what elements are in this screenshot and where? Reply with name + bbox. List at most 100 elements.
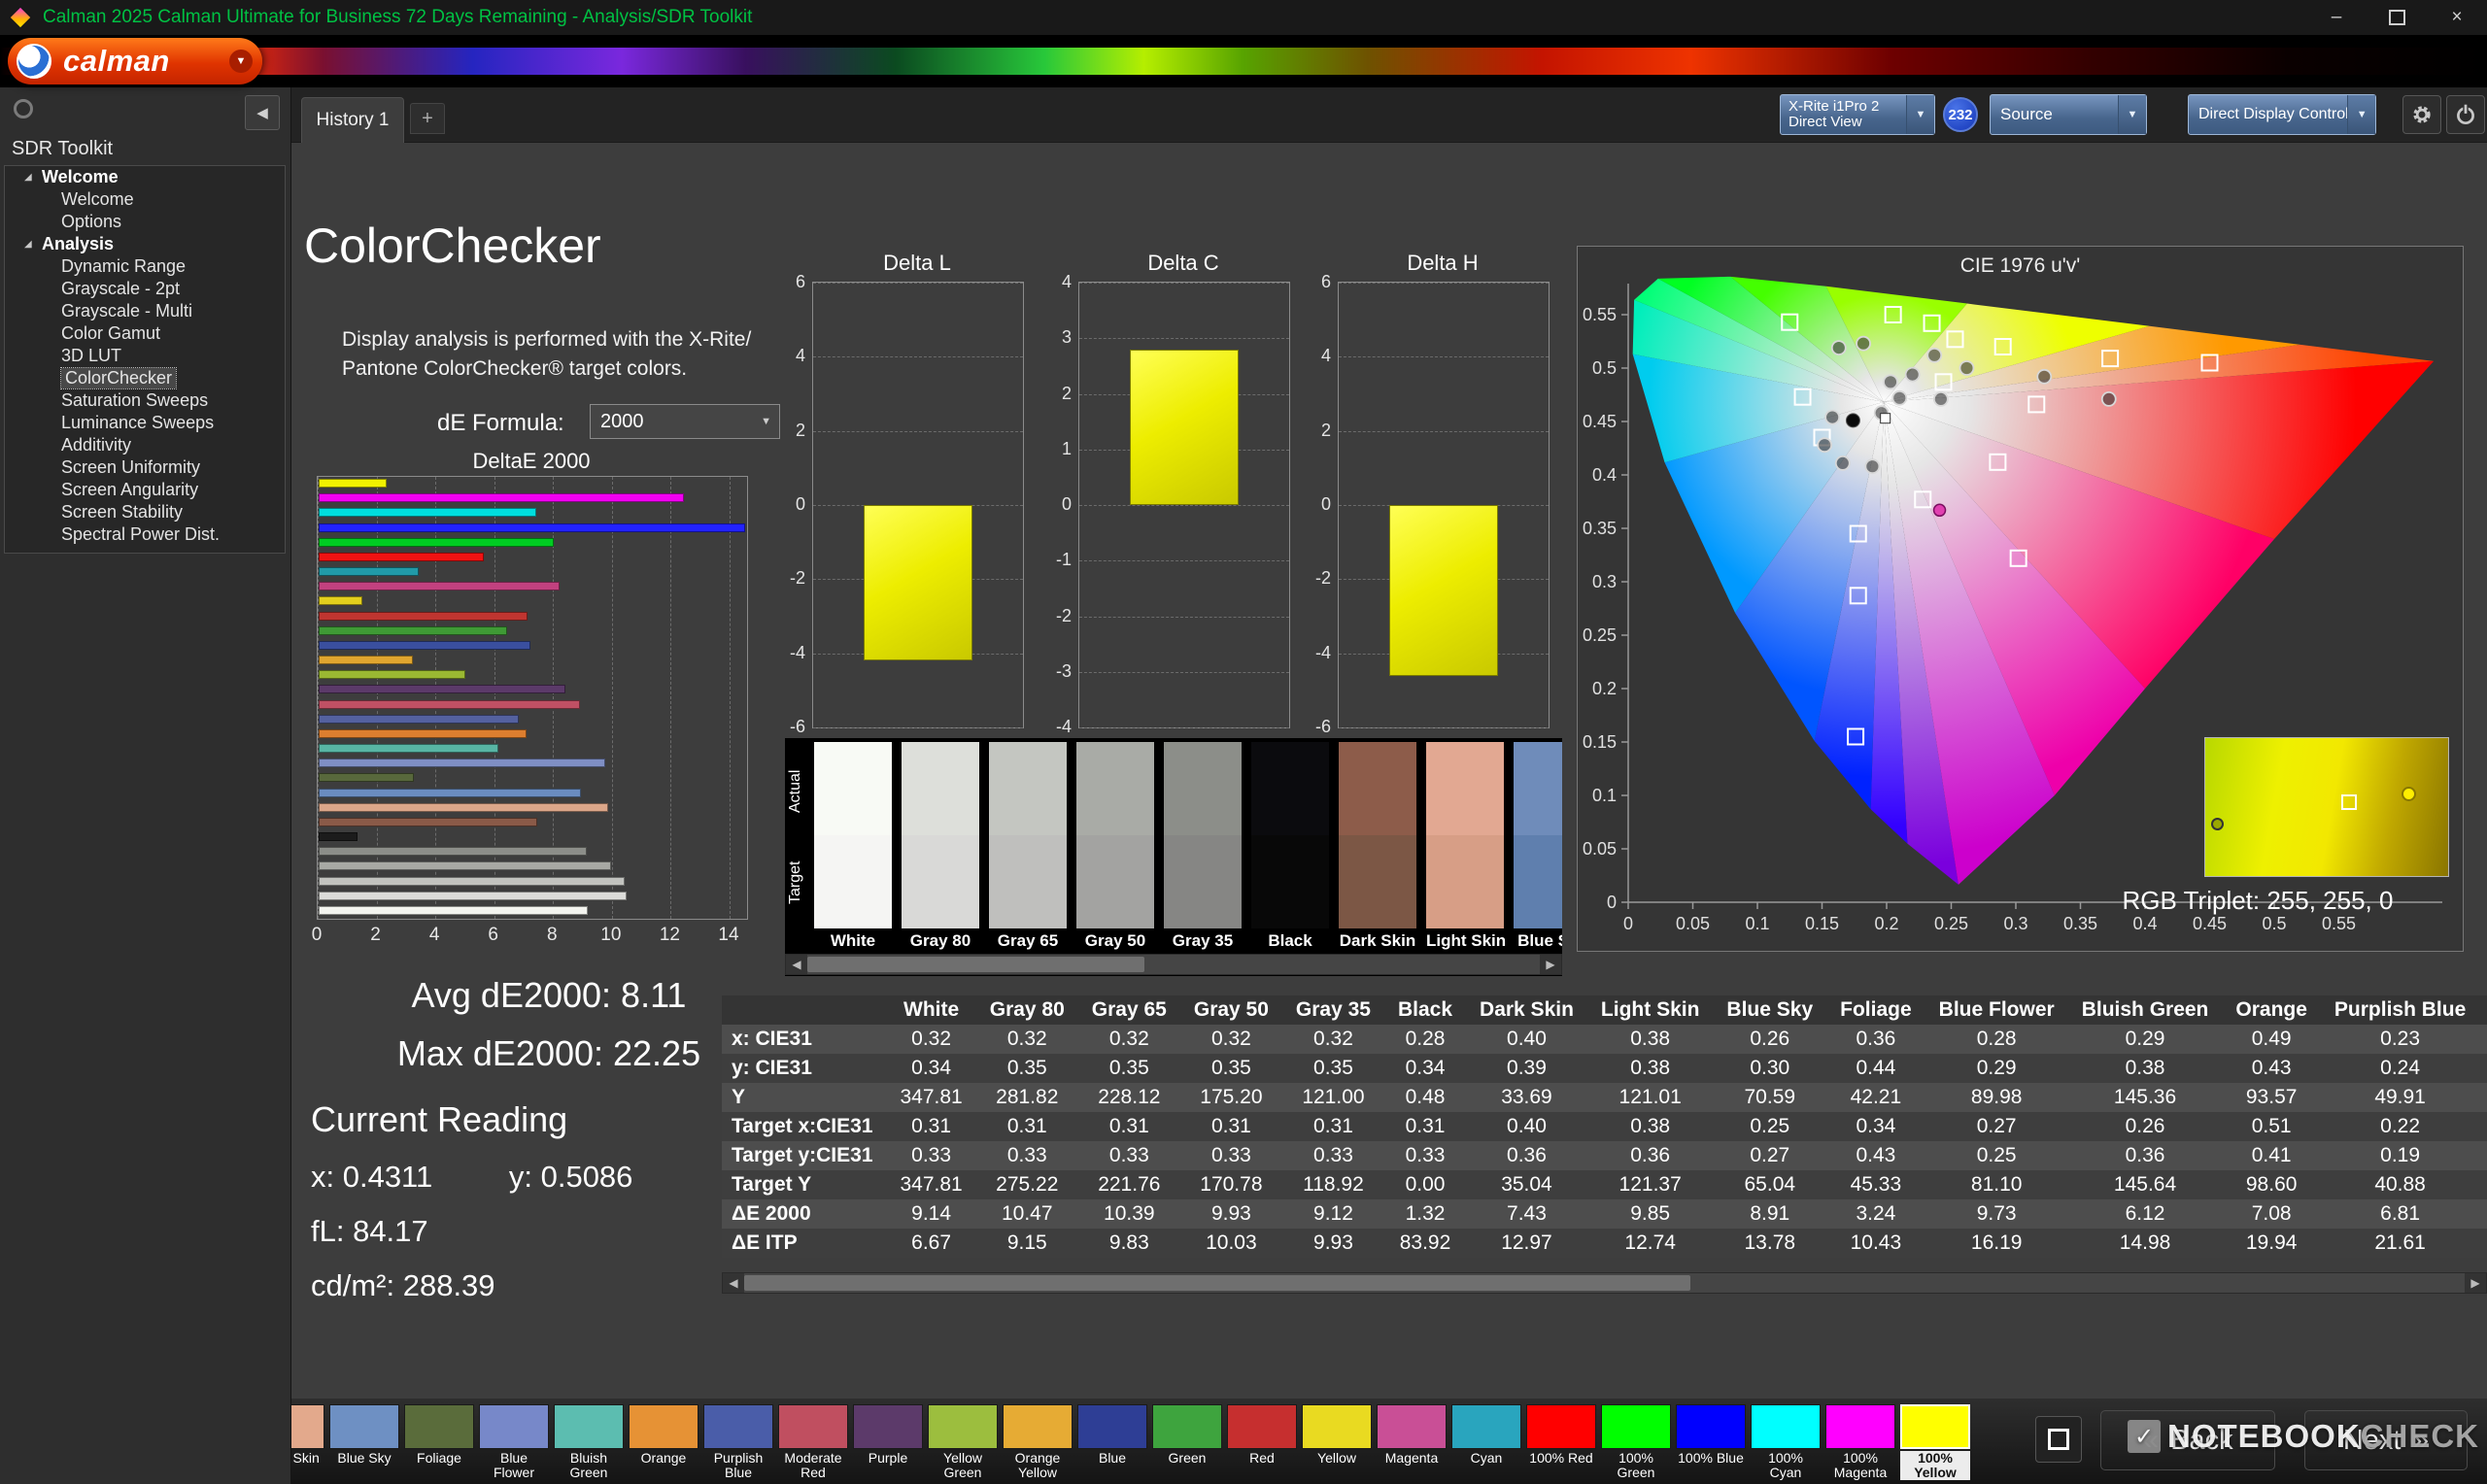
- patch-swatch: [1751, 1404, 1821, 1449]
- patch-swatch: [554, 1404, 624, 1449]
- row-label: ΔE 2000: [722, 1199, 887, 1229]
- sidebar-item-luminance-sweeps[interactable]: Luminance Sweeps: [5, 412, 285, 434]
- patch-100-magenta[interactable]: 100% Magenta: [1825, 1404, 1895, 1480]
- power-icon: [2453, 102, 2478, 127]
- sidebar-item-saturation-sweeps[interactable]: Saturation Sweeps: [5, 389, 285, 412]
- swatch-scroll-track[interactable]: [807, 955, 1540, 974]
- chevron-down-icon: ▼: [1906, 95, 1934, 134]
- sidebar-item-grayscale-multi[interactable]: Grayscale - Multi: [5, 300, 285, 322]
- sidebar-item-screen-stability[interactable]: Screen Stability: [5, 501, 285, 523]
- scroll-right-icon[interactable]: ▶: [2465, 1273, 2486, 1293]
- maximize-icon[interactable]: [2367, 0, 2427, 35]
- sidebar-item-dynamic-range[interactable]: Dynamic Range: [5, 255, 285, 278]
- x-tick-label: 10: [600, 925, 621, 946]
- patch-swatch: [778, 1404, 848, 1449]
- patch-purplish-blue[interactable]: Purplish Blue: [703, 1404, 773, 1480]
- table-cell: 0.31: [887, 1112, 976, 1141]
- sidebar-item-additivity[interactable]: Additivity: [5, 434, 285, 456]
- table-cell: 275.22: [976, 1170, 1078, 1199]
- patch-blue-sky[interactable]: Blue Sky: [329, 1404, 399, 1480]
- patch-label: Red: [1227, 1451, 1297, 1480]
- source-dropdown[interactable]: Source ▼: [1990, 94, 2147, 135]
- sidebar-item-screen-uniformity[interactable]: Screen Uniformity: [5, 456, 285, 479]
- pattern-window-button[interactable]: [2035, 1416, 2082, 1463]
- scroll-left-icon[interactable]: ◀: [723, 1273, 744, 1293]
- table-row: Y347.81281.82228.12175.20121.000.4833.69…: [722, 1083, 2487, 1112]
- sidebar-item-color-gamut[interactable]: Color Gamut: [5, 322, 285, 345]
- scroll-right-icon[interactable]: ▶: [1540, 955, 1561, 974]
- gridline: [1079, 505, 1289, 506]
- patch-label: Cyan: [1451, 1451, 1521, 1480]
- patch-light-skin[interactable]: Light Skin: [291, 1404, 324, 1480]
- x-tick-label: 4: [429, 925, 440, 946]
- patch-orange-yellow[interactable]: Orange Yellow: [1003, 1404, 1073, 1480]
- patch-label: Moderate Red: [778, 1451, 848, 1480]
- settings-button[interactable]: [2402, 95, 2441, 134]
- scroll-left-icon[interactable]: ◀: [786, 955, 807, 974]
- bar-gray-80: [319, 892, 627, 900]
- logo-menu-icon[interactable]: ▼: [229, 50, 253, 73]
- patch-100-blue[interactable]: 100% Blue: [1676, 1404, 1746, 1480]
- patch-cyan[interactable]: Cyan: [1451, 1404, 1521, 1480]
- maximize-glyph: [2389, 10, 2405, 25]
- table-cell: 0.39: [1466, 1054, 1587, 1083]
- de-formula-select[interactable]: 2000 ▼: [590, 404, 780, 439]
- bar-purplish-blue: [319, 715, 519, 724]
- bar-100-red: [319, 553, 484, 561]
- patch-100-yellow[interactable]: 100% Yellow: [1900, 1404, 1970, 1480]
- patch-100-green[interactable]: 100% Green: [1601, 1404, 1671, 1480]
- patch-blue[interactable]: Blue: [1077, 1404, 1147, 1480]
- patch-yellow-green[interactable]: Yellow Green: [928, 1404, 998, 1480]
- svg-text:0.15: 0.15: [1805, 914, 1839, 933]
- patch-100-red[interactable]: 100% Red: [1526, 1404, 1596, 1480]
- new-tab-button[interactable]: +: [410, 103, 445, 134]
- patch-label: Light Skin: [291, 1451, 324, 1480]
- table-cell: 0.31: [1384, 1112, 1466, 1141]
- table-row: ΔE ITP6.679.159.8310.039.9383.9212.9712.…: [722, 1229, 2487, 1258]
- expand-icon[interactable]: ◢: [24, 172, 42, 183]
- minimize-icon[interactable]: –: [2306, 0, 2367, 35]
- expand-icon[interactable]: ◢: [24, 239, 42, 250]
- patch-swatch: [479, 1404, 549, 1449]
- sidebar-item-spectral-power-dist[interactable]: Spectral Power Dist.: [5, 523, 285, 546]
- table-scrollbar[interactable]: ◀ ▶: [722, 1272, 2487, 1294]
- sidebar-item-colorchecker[interactable]: ColorChecker: [5, 367, 285, 389]
- patch-label: Blue: [1077, 1451, 1147, 1480]
- table-scroll-track[interactable]: [744, 1273, 2465, 1293]
- sidebar-item-analysis[interactable]: ◢Analysis: [5, 233, 285, 255]
- patch-foliage[interactable]: Foliage: [404, 1404, 474, 1480]
- table-scroll-thumb[interactable]: [744, 1275, 1690, 1291]
- sidebar-item-3d-lut[interactable]: 3D LUT: [5, 345, 285, 367]
- table-cell: 121.01: [1587, 1083, 1714, 1112]
- patch-yellow[interactable]: Yellow: [1302, 1404, 1372, 1480]
- patch-moderate-red[interactable]: Moderate Red: [778, 1404, 848, 1480]
- close-icon[interactable]: ×: [2427, 0, 2487, 35]
- svg-text:0: 0: [1607, 893, 1617, 912]
- swatch-scroll-thumb[interactable]: [807, 957, 1144, 972]
- table-cell: 89.98: [1925, 1083, 2068, 1112]
- sidebar-item-welcome[interactable]: Welcome: [5, 188, 285, 211]
- table-cell: 66.23: [2479, 1083, 2487, 1112]
- table-cell: 0.48: [1384, 1083, 1466, 1112]
- sidebar-item-welcome[interactable]: ◢Welcome: [5, 166, 285, 188]
- sidebar-item-options[interactable]: Options: [5, 211, 285, 233]
- meter-dropdown[interactable]: X-Rite i1Pro 2 Direct View ▼: [1780, 94, 1935, 135]
- patch-orange[interactable]: Orange: [629, 1404, 698, 1480]
- patch-magenta[interactable]: Magenta: [1377, 1404, 1447, 1480]
- patch-green[interactable]: Green: [1152, 1404, 1222, 1480]
- patch-100-cyan[interactable]: 100% Cyan: [1751, 1404, 1821, 1480]
- notebookcheck-watermark: ✓ NOTEBOOKCHECK: [2128, 1418, 2479, 1455]
- patch-bluish-green[interactable]: Bluish Green: [554, 1404, 624, 1480]
- patch-blue-flower[interactable]: Blue Flower: [479, 1404, 549, 1480]
- sidebar-item-screen-angularity[interactable]: Screen Angularity: [5, 479, 285, 501]
- power-button[interactable]: [2446, 95, 2485, 134]
- sidebar-target-icon[interactable]: [14, 99, 33, 118]
- sidebar-item-grayscale-2pt[interactable]: Grayscale - 2pt: [5, 278, 285, 300]
- display-control-dropdown[interactable]: Direct Display Control ▼: [2188, 94, 2376, 135]
- table-row: ΔE 20009.1410.4710.399.939.121.327.439.8…: [722, 1199, 2487, 1229]
- swatch-scrollbar[interactable]: ◀ ▶: [785, 954, 1562, 975]
- patch-purple[interactable]: Purple: [853, 1404, 923, 1480]
- sidebar-collapse-button[interactable]: ◀: [245, 95, 280, 130]
- tab-history-1[interactable]: History 1: [301, 97, 404, 143]
- patch-red[interactable]: Red: [1227, 1404, 1297, 1480]
